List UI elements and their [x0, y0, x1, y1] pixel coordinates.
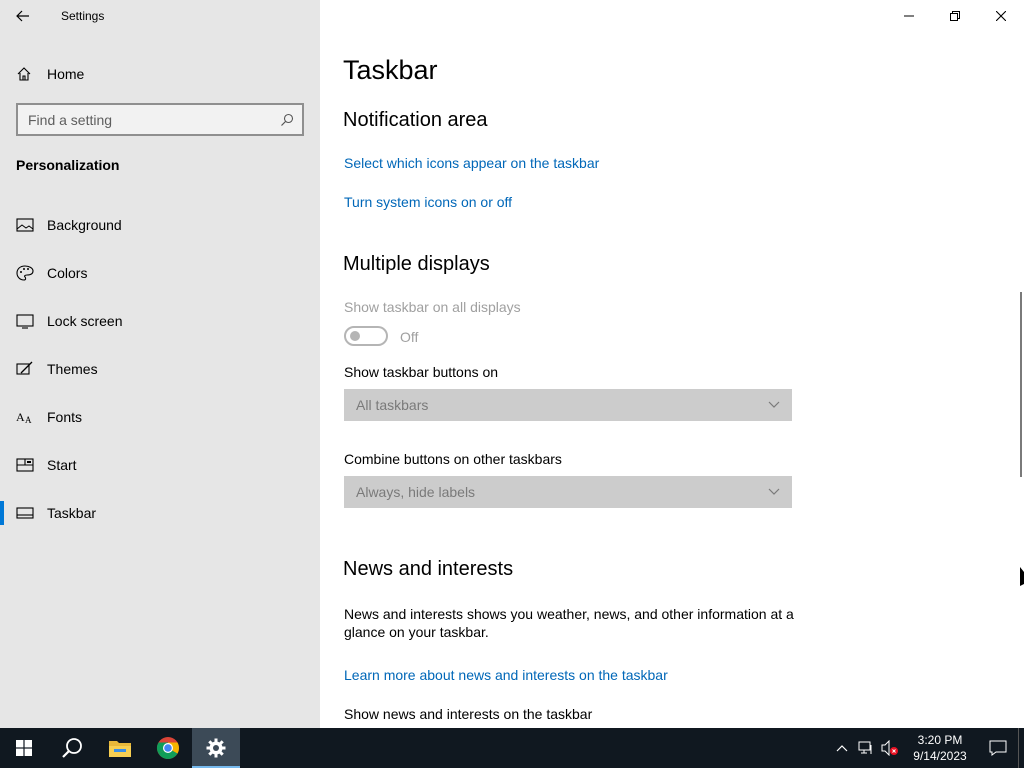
clock-date: 9/14/2023 — [913, 749, 967, 763]
minimize-button[interactable] — [886, 0, 932, 32]
section-title: Personalization — [16, 157, 120, 173]
brush-icon — [16, 360, 34, 378]
page-title: Taskbar — [343, 55, 438, 85]
system-icons-link[interactable]: Turn system icons on or off — [344, 194, 512, 210]
window-controls — [886, 0, 1024, 32]
restore-button[interactable] — [932, 0, 978, 32]
show-news-label: Show news and interests on the taskbar — [344, 706, 593, 722]
back-button[interactable] — [0, 0, 46, 32]
monitor-icon — [16, 312, 34, 330]
network-icon — [858, 741, 872, 754]
sidebar-item-colors[interactable]: Colors — [0, 249, 320, 297]
sidebar-item-start[interactable]: Start — [0, 441, 320, 489]
volume-button[interactable] — [878, 728, 902, 768]
title-bar: Settings — [0, 0, 320, 32]
back-arrow-icon — [16, 10, 29, 22]
dropdown-value: Always, hide labels — [356, 484, 476, 500]
combine-dropdown[interactable]: Always, hide labels — [344, 476, 792, 508]
sidebar-item-label: Lock screen — [47, 313, 123, 329]
clock-time: 3:20 PM — [917, 733, 963, 747]
sidebar-item-themes[interactable]: Themes — [0, 345, 320, 393]
scrollbar[interactable] — [1020, 292, 1022, 477]
search-icon — [62, 738, 82, 758]
palette-icon — [16, 264, 34, 282]
select-icons-link[interactable]: Select which icons appear on the taskbar — [344, 155, 599, 171]
buttons-on-dropdown[interactable]: All taskbars — [344, 389, 792, 421]
learn-more-link[interactable]: Learn more about news and interests on t… — [344, 667, 668, 683]
picture-icon — [16, 216, 34, 234]
combine-label: Combine buttons on other taskbars — [344, 451, 562, 467]
gear-icon — [206, 738, 226, 758]
settings-content: Taskbar Notification area Select which i… — [320, 0, 1024, 728]
show-all-displays-label: Show taskbar on all displays — [344, 299, 521, 315]
sidebar-item-lock-screen[interactable]: Lock screen — [0, 297, 320, 345]
chevron-down-icon — [768, 488, 780, 495]
taskbar-search-button[interactable] — [48, 728, 96, 768]
font-icon: AA — [16, 408, 34, 426]
windows-logo-icon — [16, 740, 32, 756]
sidebar-item-fonts[interactable]: AA Fonts — [0, 393, 320, 441]
search-input[interactable] — [28, 111, 280, 128]
mouse-cursor-icon — [1020, 566, 1024, 588]
settings-taskbar-button[interactable] — [192, 728, 240, 768]
minimize-icon — [904, 15, 914, 17]
chevron-down-icon — [768, 401, 780, 408]
show-all-displays-toggle[interactable] — [344, 326, 388, 346]
news-heading: News and interests — [343, 558, 514, 580]
sidebar-item-taskbar[interactable]: Taskbar — [0, 489, 320, 537]
close-icon — [996, 11, 1006, 21]
toggle-state-text: Off — [400, 329, 419, 345]
action-center-button[interactable] — [978, 728, 1018, 768]
file-explorer-button[interactable] — [96, 728, 144, 768]
search-icon — [281, 113, 294, 126]
show-hidden-icons-button[interactable] — [830, 728, 854, 768]
start-button[interactable] — [0, 728, 48, 768]
taskbar: 3:20 PM 9/14/2023 — [0, 728, 1024, 768]
search-box[interactable] — [16, 103, 304, 136]
system-tray: 3:20 PM 9/14/2023 — [830, 728, 1024, 768]
app-title: Settings — [61, 9, 105, 23]
settings-sidebar: Settings Home Personalization Background… — [0, 0, 320, 728]
close-button[interactable] — [978, 0, 1024, 32]
chrome-icon — [157, 737, 179, 759]
chrome-button[interactable] — [144, 728, 192, 768]
home-button[interactable]: Home — [0, 56, 320, 92]
dropdown-value: All taskbars — [356, 397, 429, 413]
taskbar-clock[interactable]: 3:20 PM 9/14/2023 — [902, 732, 978, 764]
volume-muted-icon — [881, 740, 898, 756]
buttons-on-label: Show taskbar buttons on — [344, 364, 499, 380]
sidebar-item-label: Fonts — [47, 409, 83, 425]
folder-icon — [109, 741, 131, 757]
network-button[interactable] — [854, 728, 878, 768]
start-tiles-icon — [16, 456, 34, 474]
taskbar-icon — [16, 504, 34, 522]
notification-icon — [989, 740, 1007, 756]
svg-text:A: A — [25, 415, 32, 425]
sidebar-item-label: Themes — [47, 361, 98, 377]
multiple-displays-heading: Multiple displays — [343, 253, 490, 275]
sidebar-item-background[interactable]: Background — [0, 201, 320, 249]
toggle-knob — [350, 331, 360, 341]
news-description: News and interests shows you weather, ne… — [344, 606, 794, 640]
show-desktop-button[interactable] — [1018, 728, 1024, 768]
sidebar-item-label: Start — [47, 457, 77, 473]
sidebar-item-label: Taskbar — [47, 505, 97, 521]
notification-area-heading: Notification area — [343, 109, 488, 131]
svg-text:A: A — [16, 410, 25, 424]
home-label: Home — [47, 66, 85, 82]
chevron-up-icon — [836, 745, 848, 752]
home-icon — [17, 67, 31, 81]
sidebar-item-label: Colors — [47, 265, 88, 281]
restore-icon — [950, 11, 960, 21]
sidebar-nav: Background Colors Lock screen Themes AA … — [0, 201, 320, 537]
sidebar-item-label: Background — [47, 217, 122, 233]
